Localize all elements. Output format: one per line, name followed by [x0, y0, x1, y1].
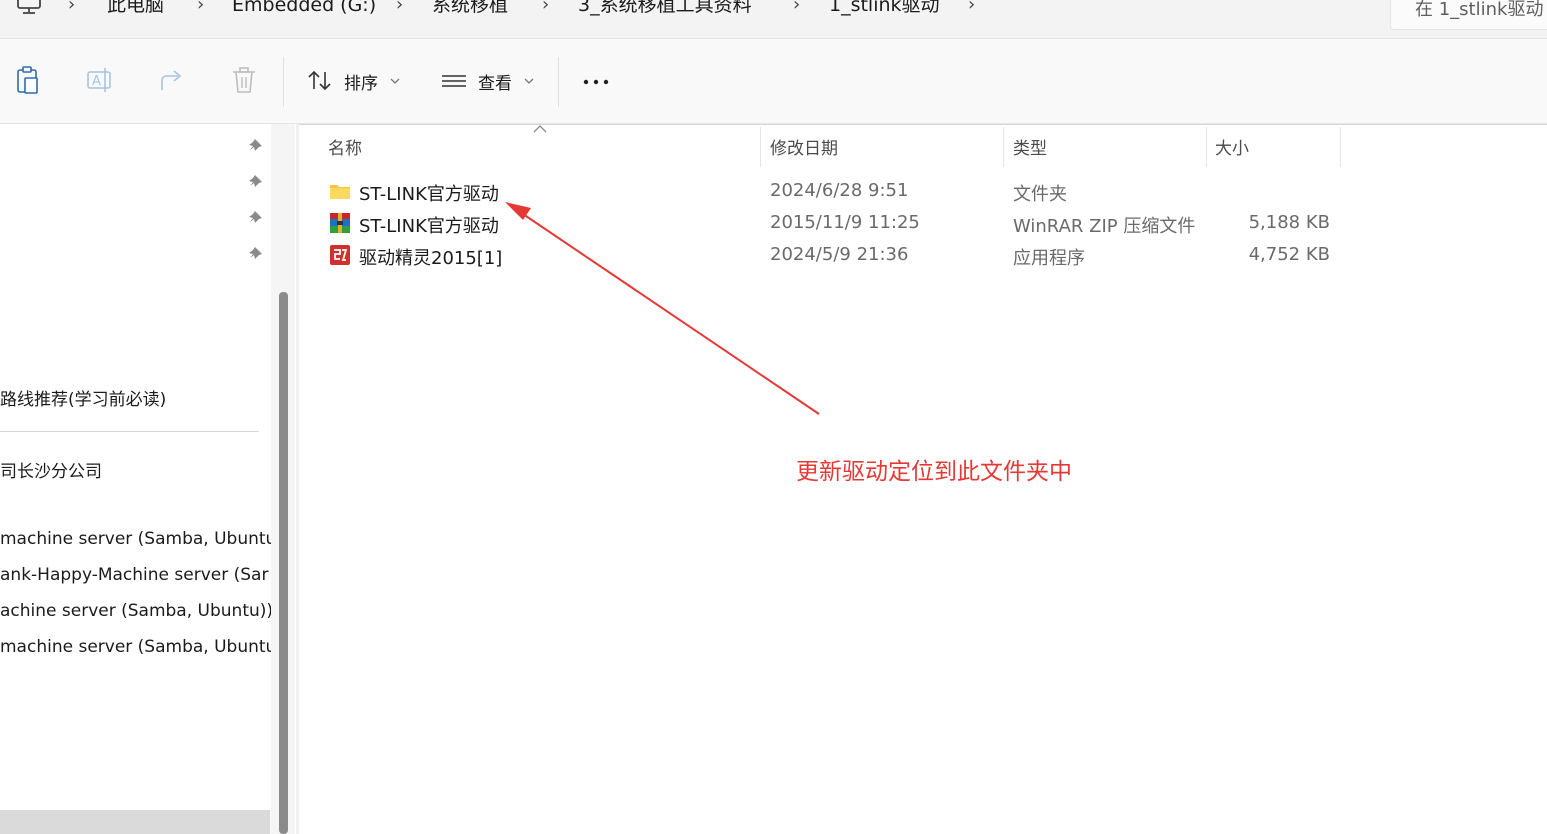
file-date: 2024/6/28 9:51 — [770, 180, 909, 201]
header-top-border — [299, 124, 1547, 125]
view-list-icon — [442, 75, 466, 87]
sort-label: 排序 — [344, 74, 378, 94]
file-name[interactable]: 驱动精灵2015[1] — [359, 244, 502, 270]
column-divider[interactable] — [1003, 127, 1004, 167]
file-date: 2015/11/9 11:25 — [770, 212, 920, 233]
svg-text:A: A — [92, 74, 101, 89]
file-type: 文件夹 — [1013, 184, 1067, 205]
column-header-size[interactable]: 大小 — [1215, 134, 1249, 159]
pane-splitter[interactable] — [296, 124, 299, 834]
chevron-down-icon — [524, 78, 534, 84]
sidebar-scrollbar-thumb[interactable] — [279, 292, 288, 834]
nav-item-network-share[interactable]: machine server (Samba, Ubuntu) — [0, 637, 271, 657]
breadcrumb-system-port[interactable]: 系统移植 — [432, 0, 508, 17]
file-type: WinRAR ZIP 压缩文件 — [1013, 216, 1196, 237]
pin-icon[interactable] — [247, 172, 267, 192]
column-divider[interactable] — [1340, 127, 1341, 167]
chevron-right-icon[interactable]: › — [793, 0, 800, 16]
file-date: 2024/5/9 21:36 — [770, 244, 909, 265]
toolbar-separator — [283, 57, 284, 107]
sort-button[interactable]: 排序 — [306, 63, 406, 99]
nav-item-network-share[interactable]: ank-Happy-Machine server (Sar — [0, 565, 271, 585]
address-bar: › 此电脑 › Embedded (G:) › 系统移植 › 3_系统移植工具资… — [0, 0, 1547, 39]
breadcrumb-this-pc[interactable]: 此电脑 — [107, 0, 164, 17]
pin-icon[interactable] — [247, 208, 267, 228]
delete-icon[interactable] — [230, 63, 258, 99]
winrar-zip-icon — [330, 213, 350, 233]
chevron-right-icon[interactable]: › — [968, 0, 975, 16]
file-row[interactable]: ST-LINK官方驱动 2024/6/28 9:51 文件夹 — [300, 175, 1547, 207]
file-name[interactable]: ST-LINK官方驱动 — [359, 180, 499, 206]
search-box[interactable]: 在 1_stlink驱动 — [1390, 0, 1547, 30]
file-type: 应用程序 — [1013, 248, 1085, 269]
file-name[interactable]: ST-LINK官方驱动 — [359, 212, 499, 238]
pin-icon[interactable] — [247, 244, 267, 264]
column-divider[interactable] — [1206, 127, 1207, 167]
file-size: 5,188 KB — [1248, 212, 1330, 233]
nav-item-network-share[interactable]: achine server (Samba, Ubuntu))) — [0, 601, 271, 621]
more-options-icon[interactable] — [582, 63, 612, 99]
chevron-right-icon[interactable]: › — [396, 0, 403, 16]
breadcrumb-stlink[interactable]: 1_stlink驱动 — [829, 0, 940, 17]
nav-item-learning-route[interactable]: 路线推荐(学习前必读) — [0, 385, 271, 410]
column-header-date[interactable]: 修改日期 — [770, 134, 838, 159]
breadcrumb-tools[interactable]: 3_系统移植工具资料 — [578, 0, 752, 17]
nav-item-changsha-branch[interactable]: 司长沙分公司 — [0, 457, 271, 482]
horizontal-scrollbar[interactable] — [0, 810, 270, 834]
annotation-text: 更新驱动定位到此文件夹中 — [796, 459, 1072, 485]
file-row[interactable]: ST-LINK官方驱动 2015/11/9 11:25 WinRAR ZIP 压… — [300, 207, 1547, 239]
rename-icon[interactable]: A — [86, 63, 114, 99]
column-header-type[interactable]: 类型 — [1013, 134, 1047, 159]
computer-icon[interactable] — [16, 0, 42, 17]
nav-item-network-share[interactable]: machine server (Samba, Ubuntu — [0, 529, 271, 549]
view-button[interactable]: 查看 — [440, 63, 540, 99]
command-bar: A 排序 查看 — [0, 39, 1547, 124]
chevron-right-icon[interactable]: › — [542, 0, 549, 16]
paste-icon[interactable] — [14, 63, 42, 99]
navigation-pane: 路线推荐(学习前必读) 司长沙分公司 machine server (Samba… — [0, 124, 271, 834]
chevron-right-icon[interactable]: › — [68, 0, 75, 16]
sort-ascending-icon — [533, 125, 547, 133]
nav-divider — [0, 431, 259, 432]
view-label: 查看 — [478, 74, 512, 94]
toolbar-separator — [558, 57, 559, 107]
app-icon — [330, 245, 350, 265]
chevron-down-icon — [390, 78, 400, 84]
breadcrumb-drive[interactable]: Embedded (G:) — [232, 0, 376, 17]
column-header-name[interactable]: 名称 — [328, 134, 362, 159]
search-placeholder: 在 1_stlink驱动 — [1415, 0, 1544, 20]
folder-icon — [330, 185, 350, 199]
column-divider[interactable] — [760, 127, 761, 167]
chevron-right-icon[interactable]: › — [197, 0, 204, 16]
file-row[interactable]: 驱动精灵2015[1] 2024/5/9 21:36 应用程序 4,752 KB — [300, 239, 1547, 271]
file-size: 4,752 KB — [1248, 244, 1330, 265]
share-icon[interactable] — [158, 63, 186, 99]
sort-icon — [308, 70, 331, 91]
pin-icon[interactable] — [247, 136, 267, 156]
